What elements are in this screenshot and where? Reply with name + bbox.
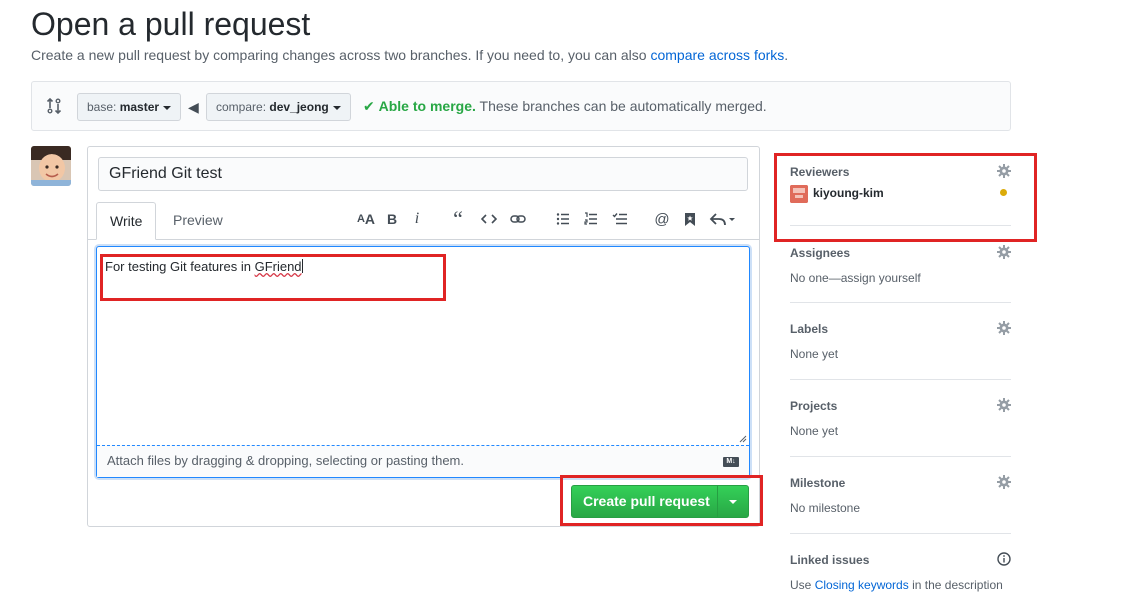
sidebar-divider xyxy=(790,302,1011,303)
reviewers-section: Reviewers kiyoung-kim xyxy=(790,164,1011,224)
base-branch-name: master xyxy=(119,100,160,114)
review-pending-dot xyxy=(1000,189,1007,196)
mention-icon[interactable]: @ xyxy=(653,209,671,229)
pr-body-spellcheck-word: GFriend xyxy=(254,259,302,274)
numbered-list-icon[interactable] xyxy=(582,209,600,229)
bullet-list-icon[interactable] xyxy=(554,209,572,229)
milestone-value: No milestone xyxy=(790,501,861,515)
linked-issues-heading: Linked issues xyxy=(790,553,870,567)
base-branch-prefix: base: xyxy=(87,100,117,114)
milestone-heading[interactable]: Milestone xyxy=(790,475,1011,491)
quote-icon[interactable]: “ xyxy=(450,208,466,230)
header-icon[interactable]: AA xyxy=(356,209,376,229)
markdown-icon: M↓ xyxy=(723,457,739,467)
reply-icon[interactable] xyxy=(708,209,738,229)
page-title: Open a pull request xyxy=(31,6,311,42)
chevron-down-icon xyxy=(729,500,737,504)
linked-issues-suffix: in the description xyxy=(912,578,1003,592)
create-options-dropdown[interactable] xyxy=(718,486,748,517)
create-pull-request-button[interactable]: Create pull request xyxy=(571,485,749,518)
code-icon[interactable] xyxy=(480,209,498,229)
gear-icon[interactable] xyxy=(997,398,1011,412)
labels-value: None yet xyxy=(790,347,839,361)
check-icon: ✔ xyxy=(363,98,375,114)
compare-branch-select[interactable]: compare: dev_jeong xyxy=(206,93,351,121)
compare-arrows-icon xyxy=(46,97,62,115)
gear-icon[interactable] xyxy=(997,321,1011,335)
projects-section: Projects None yet xyxy=(790,398,1011,438)
sidebar-divider xyxy=(790,225,1011,226)
reviewers-heading[interactable]: Reviewers xyxy=(790,164,1011,180)
resize-handle-icon[interactable] xyxy=(739,435,747,443)
avatar-photo xyxy=(31,146,71,186)
file-drop-hint: Attach files by dragging & dropping, sel… xyxy=(107,453,464,468)
compare-across-forks-link[interactable]: compare across forks xyxy=(650,47,784,63)
pr-title-input[interactable] xyxy=(98,157,748,191)
sidebar-divider xyxy=(790,379,1011,380)
milestone-section: Milestone No milestone xyxy=(790,475,1011,515)
page-subtitle: Create a new pull request by comparing c… xyxy=(31,47,788,63)
labels-section: Labels None yet xyxy=(790,321,1011,361)
linked-issues-prefix: Use xyxy=(790,578,812,592)
info-icon[interactable] xyxy=(997,552,1011,566)
link-icon[interactable] xyxy=(509,209,527,229)
text-cursor xyxy=(301,259,303,273)
merge-status-ok: Able to merge. xyxy=(378,98,476,114)
sidebar-divider xyxy=(790,533,1011,534)
pr-body-textarea[interactable]: For testing Git features in GFriend Atta… xyxy=(96,246,750,478)
chevron-down-icon xyxy=(332,105,341,110)
assignees-heading[interactable]: Assignees xyxy=(790,245,1011,261)
saved-reply-icon[interactable] xyxy=(682,209,698,229)
create-pull-request-label: Create pull request xyxy=(583,493,710,509)
merge-status-desc: These branches can be automatically merg… xyxy=(479,98,767,114)
tab-write[interactable]: Write xyxy=(96,202,157,240)
closing-keywords-link[interactable]: Closing keywords xyxy=(815,578,909,592)
compare-branch-prefix: compare: xyxy=(216,100,267,114)
bold-icon[interactable]: B xyxy=(384,209,400,229)
gear-icon[interactable] xyxy=(997,475,1011,489)
projects-value: None yet xyxy=(790,424,839,438)
user-avatar xyxy=(31,146,71,186)
branch-range-bar: base: master ◀ compare: dev_jeong ✔ Able… xyxy=(31,81,1011,131)
chevron-down-icon xyxy=(163,105,172,110)
projects-heading[interactable]: Projects xyxy=(790,398,1011,414)
gear-icon[interactable] xyxy=(997,245,1011,259)
linked-issues-text: Use Closing keywords in the description xyxy=(790,578,1011,592)
reviewer-item[interactable]: kiyoung-kim xyxy=(790,183,1011,203)
file-drop-zone[interactable]: Attach files by dragging & dropping, sel… xyxy=(97,445,749,477)
reviewer-avatar xyxy=(790,185,808,203)
italic-icon[interactable]: i xyxy=(410,209,424,229)
compare-branch-name: dev_jeong xyxy=(269,100,329,114)
linked-issues-section: Linked issues Use Closing keywords in th… xyxy=(790,552,1011,592)
sidebar-divider xyxy=(790,456,1011,457)
subtitle-text: Create a new pull request by comparing c… xyxy=(31,47,647,63)
labels-heading[interactable]: Labels xyxy=(790,321,1011,337)
gear-icon[interactable] xyxy=(997,164,1011,178)
task-list-icon[interactable] xyxy=(610,209,630,229)
pr-body-prefix: For testing Git features in xyxy=(105,259,255,274)
tabs-divider xyxy=(88,239,759,240)
subtitle-period: . xyxy=(784,47,789,63)
tab-preview[interactable]: Preview xyxy=(160,202,236,240)
pr-body-text: For testing Git features in GFriend xyxy=(105,259,303,274)
reviewer-name: kiyoung-kim xyxy=(813,186,884,200)
base-branch-select[interactable]: base: master xyxy=(77,93,182,121)
arrow-left-icon: ◀ xyxy=(188,99,199,115)
assignees-section: Assignees No one—assign yourself xyxy=(790,245,1011,285)
pull-request-form: Write Preview AA B i “ @ For testing Git… xyxy=(87,146,760,527)
merge-status: ✔ Able to merge. These branches can be a… xyxy=(363,98,767,115)
assignees-value[interactable]: No one—assign yourself xyxy=(790,271,1011,285)
